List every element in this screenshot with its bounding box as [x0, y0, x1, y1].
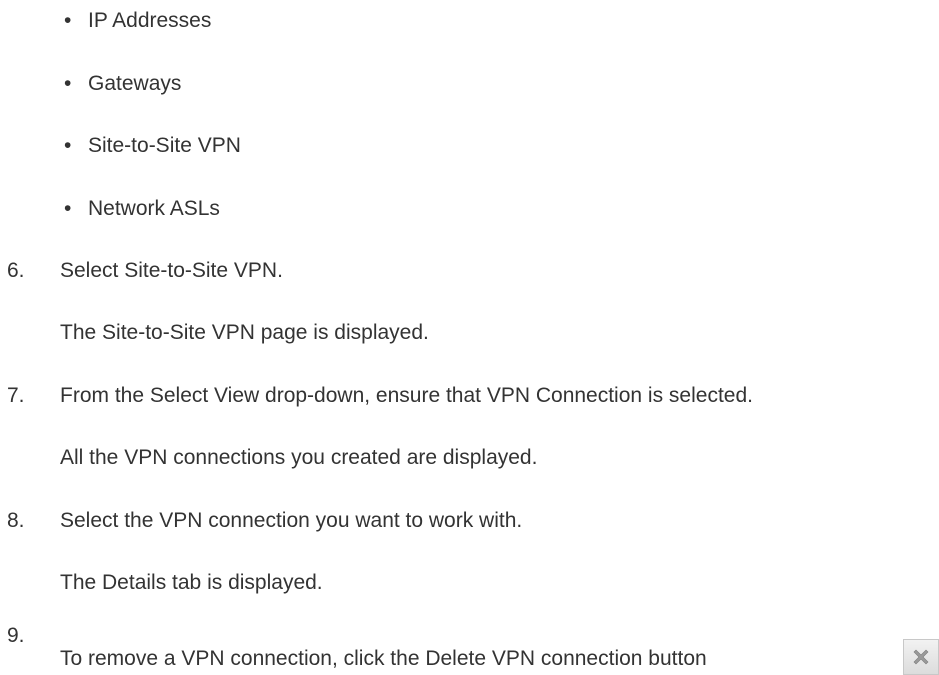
list-item-text: Site-to-Site VPN	[88, 134, 241, 157]
list-item: • Site-to-Site VPN	[64, 134, 241, 157]
list-item-text: Gateways	[88, 72, 182, 95]
list-item-text: Network ASLs	[88, 197, 220, 220]
delete-x-icon	[903, 639, 939, 675]
step-instruction: To remove a VPN connection, click the De…	[60, 647, 707, 670]
step-instruction: Select the VPN connection you want to wo…	[60, 509, 523, 532]
step-instruction: Select Site-to-Site VPN.	[60, 259, 283, 282]
step-result: All the VPN connections you created are …	[60, 446, 538, 469]
step-number: 9.	[7, 624, 25, 647]
step-number: 8.	[7, 509, 25, 532]
list-item: • Network ASLs	[64, 197, 220, 220]
step-result: The Site-to-Site VPN page is displayed.	[60, 321, 429, 344]
step-instruction: From the Select View drop-down, ensure t…	[60, 384, 753, 407]
step-number: 6.	[7, 259, 25, 282]
list-item: • Gateways	[64, 72, 182, 95]
list-item-text: IP Addresses	[88, 9, 212, 32]
step-number: 7.	[7, 384, 25, 407]
step-result: The Details tab is displayed.	[60, 571, 323, 594]
delete-x-glyph	[913, 649, 929, 665]
list-item: • IP Addresses	[64, 9, 212, 32]
